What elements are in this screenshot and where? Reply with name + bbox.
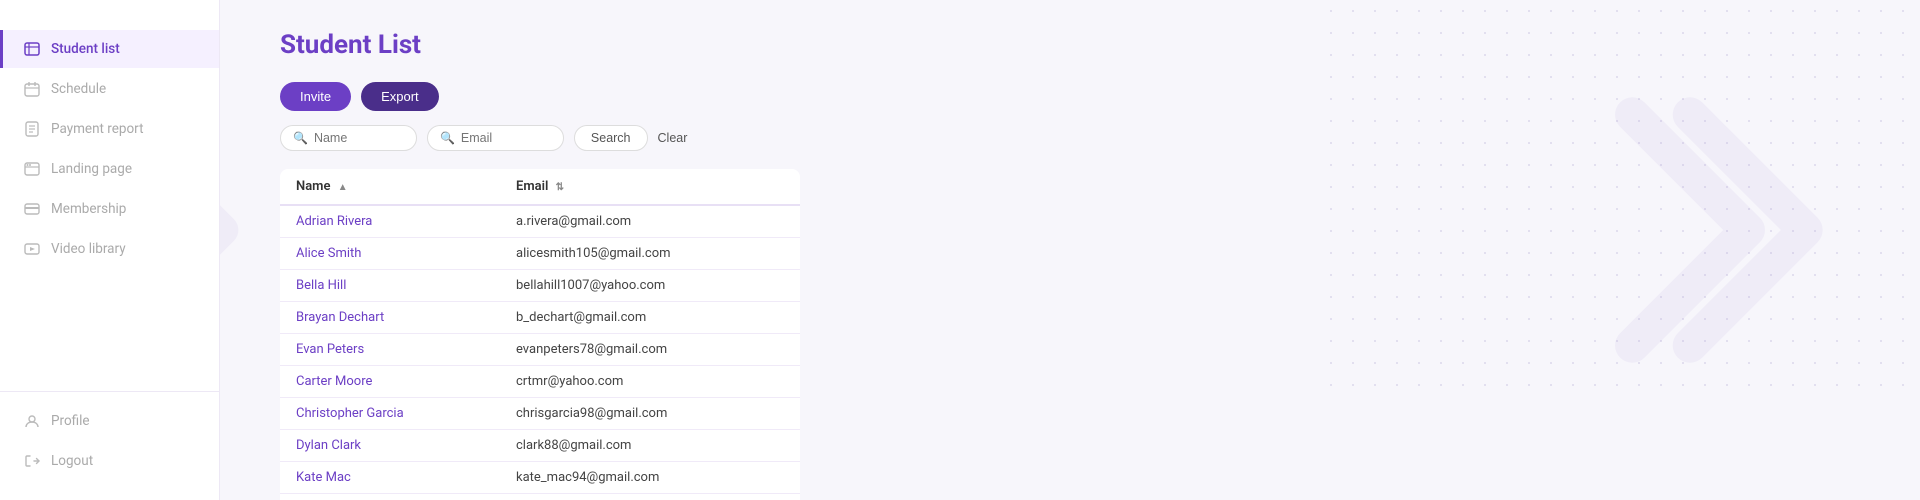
table-row: Leo Floreslflo_91@gmail.com xyxy=(280,494,800,500)
sidebar-item-schedule[interactable]: Schedule xyxy=(0,70,219,108)
table-row: Dylan Clarkclark88@gmail.com xyxy=(280,430,800,462)
sidebar-label-logout: Logout xyxy=(51,453,93,469)
sidebar-label-payment-report: Payment report xyxy=(51,121,144,137)
name-search-input[interactable] xyxy=(314,131,404,145)
table-row: Alice Smithalicesmith105@gmail.com xyxy=(280,238,800,270)
sidebar-label-schedule: Schedule xyxy=(51,81,106,97)
student-name-cell[interactable]: Alice Smith xyxy=(280,238,500,270)
email-search-icon: 🔍 xyxy=(440,131,455,145)
main-content: Student List Invite Export 🔍 🔍 Search Cl… xyxy=(220,0,1920,500)
sidebar-bottom: Profile Logout xyxy=(0,391,219,480)
invite-button[interactable]: Invite xyxy=(280,82,351,111)
student-name-cell[interactable]: Bella Hill xyxy=(280,270,500,302)
table-row: Christopher Garciachrisgarcia98@gmail.co… xyxy=(280,398,800,430)
payment-report-icon xyxy=(23,120,41,138)
name-search-wrap: 🔍 xyxy=(280,125,417,151)
name-search-icon: 🔍 xyxy=(293,131,308,145)
table-row: Carter Moorecrtmr@yahoo.com xyxy=(280,366,800,398)
video-library-icon xyxy=(23,240,41,258)
table-row: Evan Petersevanpeters78@gmail.com xyxy=(280,334,800,366)
sidebar-item-payment-report[interactable]: Payment report xyxy=(0,110,219,148)
clear-button[interactable]: Clear xyxy=(658,131,688,145)
student-name-cell[interactable]: Kate Mac xyxy=(280,462,500,494)
sidebar-label-profile: Profile xyxy=(51,413,90,429)
email-search-input[interactable] xyxy=(461,131,551,145)
sidebar-label-landing-page: Landing page xyxy=(51,161,132,177)
email-sort-icon: ⇅ xyxy=(556,182,564,193)
student-email-cell: bellahill1007@yahoo.com xyxy=(500,270,800,302)
membership-icon xyxy=(23,200,41,218)
page-title: Student List xyxy=(280,30,1860,60)
sidebar-label-membership: Membership xyxy=(51,201,126,217)
table-row: Adrian Riveraa.rivera@gmail.com xyxy=(280,205,800,238)
student-name-cell[interactable]: Christopher Garcia xyxy=(280,398,500,430)
table-row: Brayan Dechartb_dechart@gmail.com xyxy=(280,302,800,334)
sidebar-label-student-list: Student list xyxy=(51,41,120,57)
sidebar-item-profile[interactable]: Profile xyxy=(0,402,219,440)
name-sort-icon: ▲ xyxy=(338,182,348,193)
action-bar: Invite Export xyxy=(280,82,1860,111)
sidebar-item-logout[interactable]: Logout xyxy=(0,442,219,480)
export-button[interactable]: Export xyxy=(361,82,439,111)
student-list-icon xyxy=(23,40,41,58)
student-email-cell: a.rivera@gmail.com xyxy=(500,205,800,238)
sidebar-item-student-list[interactable]: Student list xyxy=(0,30,219,68)
student-email-cell: b_dechart@gmail.com xyxy=(500,302,800,334)
student-name-cell[interactable]: Carter Moore xyxy=(280,366,500,398)
table-body: Adrian Riveraa.rivera@gmail.comAlice Smi… xyxy=(280,205,800,500)
student-email-cell: evanpeters78@gmail.com xyxy=(500,334,800,366)
student-email-cell: crtmr@yahoo.com xyxy=(500,366,800,398)
student-name-cell[interactable]: Leo Flores xyxy=(280,494,500,500)
student-name-cell[interactable]: Dylan Clark xyxy=(280,430,500,462)
sidebar-item-landing-page[interactable]: Landing page xyxy=(0,150,219,188)
search-bar: 🔍 🔍 Search Clear xyxy=(280,125,1860,151)
table-header-row: Name ▲ Email ⇅ xyxy=(280,169,800,205)
sidebar-item-video-library[interactable]: Video library xyxy=(0,230,219,268)
table-row: Bella Hillbellahill1007@yahoo.com xyxy=(280,270,800,302)
logout-icon xyxy=(23,452,41,470)
student-email-cell: alicesmith105@gmail.com xyxy=(500,238,800,270)
sidebar: Student list Schedule xyxy=(0,0,220,500)
student-email-cell: chrisgarcia98@gmail.com xyxy=(500,398,800,430)
student-email-cell: lflo_91@gmail.com xyxy=(500,494,800,500)
profile-icon xyxy=(23,412,41,430)
email-search-wrap: 🔍 xyxy=(427,125,564,151)
search-button[interactable]: Search xyxy=(574,125,648,151)
schedule-icon xyxy=(23,80,41,98)
sidebar-label-video-library: Video library xyxy=(51,241,126,257)
student-table: Name ▲ Email ⇅ Adrian Riveraa.rivera@gma… xyxy=(280,169,800,500)
student-name-cell[interactable]: Adrian Rivera xyxy=(280,205,500,238)
student-email-cell: kate_mac94@gmail.com xyxy=(500,462,800,494)
student-name-cell[interactable]: Brayan Dechart xyxy=(280,302,500,334)
landing-page-icon xyxy=(23,160,41,178)
student-name-cell[interactable]: Evan Peters xyxy=(280,334,500,366)
student-email-cell: clark88@gmail.com xyxy=(500,430,800,462)
col-header-email[interactable]: Email ⇅ xyxy=(500,169,800,205)
sidebar-nav: Student list Schedule xyxy=(0,20,219,391)
sidebar-item-membership[interactable]: Membership xyxy=(0,190,219,228)
table-row: Kate Mackate_mac94@gmail.com xyxy=(280,462,800,494)
col-header-name[interactable]: Name ▲ xyxy=(280,169,500,205)
